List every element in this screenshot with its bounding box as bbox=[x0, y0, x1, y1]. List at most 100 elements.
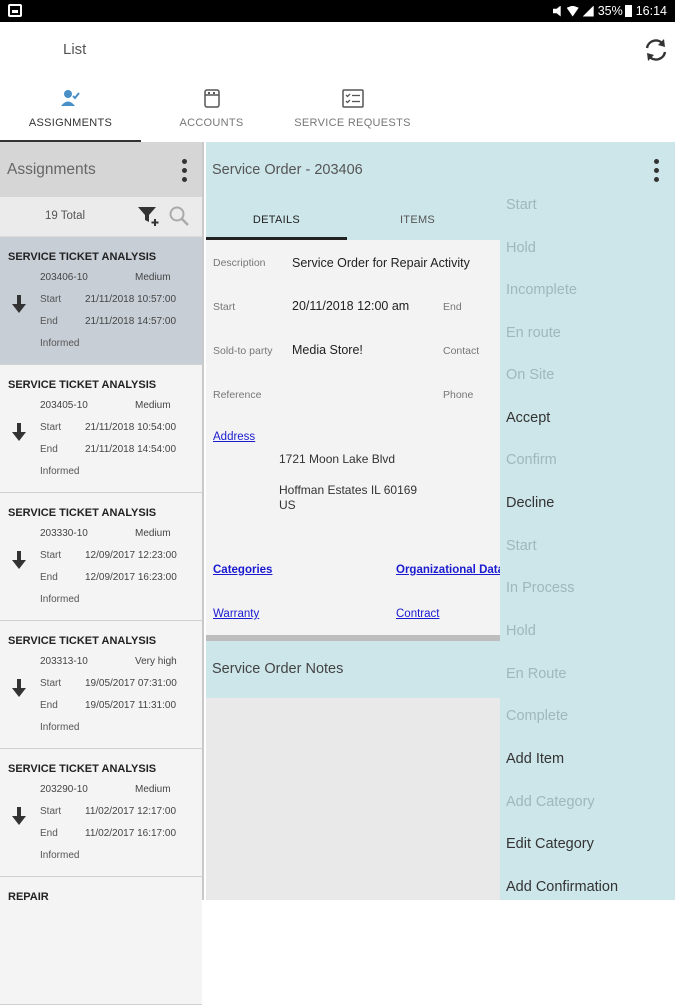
person-check-icon bbox=[60, 87, 82, 109]
card-end-label: End bbox=[40, 828, 58, 839]
assignment-card[interactable]: SERVICE TICKET ANALYSIS 203405-10 Medium… bbox=[0, 365, 202, 493]
categories-link[interactable]: Categories bbox=[213, 564, 272, 576]
card-end: 12/09/2017 16:23:00 bbox=[85, 572, 177, 583]
assignment-card[interactable]: SERVICE TICKET ANALYSIS 203330-10 Medium… bbox=[0, 493, 202, 621]
signal-icon bbox=[582, 5, 594, 17]
battery-percent: 35% bbox=[597, 4, 623, 18]
assignment-card[interactable]: SERVICE TICKET ANALYSIS 203290-10 Medium… bbox=[0, 749, 202, 877]
end-label: End bbox=[443, 301, 462, 313]
card-end-label: End bbox=[40, 444, 58, 455]
sold-to-label: Sold-to party bbox=[213, 345, 273, 357]
card-start: 19/05/2017 07:31:00 bbox=[85, 678, 177, 689]
description-value: Service Order for Repair Activity bbox=[292, 256, 470, 270]
card-start-label: Start bbox=[40, 678, 62, 689]
gallery-notification-icon bbox=[8, 4, 22, 17]
assignment-card[interactable]: SERVICE TICKET ANALYSIS 203406-10 Medium… bbox=[0, 237, 202, 365]
action-hold[interactable]: Hold bbox=[506, 240, 536, 256]
arrow-down-icon bbox=[12, 551, 26, 569]
tab-assignments[interactable]: ASSIGNMENTS bbox=[0, 80, 141, 142]
card-start-label: Start bbox=[40, 806, 62, 817]
card-end-label: End bbox=[40, 572, 58, 583]
card-title: SERVICE TICKET ANALYSIS bbox=[8, 635, 157, 647]
status-icons bbox=[552, 5, 594, 17]
action-en-route-2[interactable]: En Route bbox=[506, 666, 566, 682]
action-start-2[interactable]: Start bbox=[506, 538, 537, 554]
card-id: 203330-10 bbox=[40, 528, 88, 539]
card-end-label: End bbox=[40, 700, 58, 711]
service-order-tabs: DETAILS ITEMS bbox=[206, 197, 500, 240]
card-status: Informed bbox=[40, 338, 80, 349]
assignments-more-icon[interactable] bbox=[181, 159, 187, 182]
assignments-pane: Assignments 19 Total SERVICE TICKET ANAL… bbox=[0, 142, 204, 1005]
card-start-label: Start bbox=[40, 294, 62, 305]
action-in-process[interactable]: In Process bbox=[506, 580, 575, 596]
sold-to-value: Media Store! bbox=[292, 343, 363, 357]
main-tabs: ASSIGNMENTS ACCOUNTS SERVICE REQUESTS bbox=[0, 80, 675, 142]
card-start: 11/02/2017 12:17:00 bbox=[85, 806, 177, 817]
card-start: 12/09/2017 12:23:00 bbox=[85, 550, 177, 561]
card-priority: Medium bbox=[135, 784, 171, 795]
action-add-category[interactable]: Add Category bbox=[506, 794, 595, 810]
search-icon[interactable] bbox=[168, 205, 190, 227]
service-order-notes-header[interactable]: Service Order Notes bbox=[206, 641, 500, 698]
card-id: 203405-10 bbox=[40, 400, 88, 411]
assignments-toolbar: 19 Total bbox=[0, 197, 202, 237]
action-complete[interactable]: Complete bbox=[506, 708, 568, 724]
account-book-icon bbox=[201, 87, 223, 109]
action-confirm[interactable]: Confirm bbox=[506, 452, 557, 468]
card-title: SERVICE TICKET ANALYSIS bbox=[8, 507, 157, 519]
card-status: Informed bbox=[40, 594, 80, 605]
details-panel: Description Service Order for Repair Act… bbox=[206, 240, 500, 635]
action-en-route[interactable]: En route bbox=[506, 325, 561, 341]
card-id: 203290-10 bbox=[40, 784, 88, 795]
card-start-label: Start bbox=[40, 550, 62, 561]
card-title: REPAIR bbox=[8, 891, 49, 903]
assignment-card[interactable]: SERVICE TICKET ANALYSIS 203313-10 Very h… bbox=[0, 621, 202, 749]
contract-link[interactable]: Contract bbox=[396, 608, 439, 620]
address-line-1: 1721 Moon Lake Blvd bbox=[279, 452, 396, 466]
start-value: 20/11/2018 12:00 am bbox=[292, 299, 410, 313]
action-menu: Start Hold Incomplete En route On Site A… bbox=[500, 183, 675, 900]
card-end: 21/11/2018 14:57:00 bbox=[85, 316, 177, 327]
tab-service-requests[interactable]: SERVICE REQUESTS bbox=[282, 80, 423, 142]
status-bar: 35% 16:14 bbox=[0, 0, 675, 22]
card-end-label: End bbox=[40, 316, 58, 327]
action-on-site[interactable]: On Site bbox=[506, 367, 554, 383]
action-hold-2[interactable]: Hold bbox=[506, 623, 536, 639]
action-add-item[interactable]: Add Item bbox=[506, 751, 564, 767]
filter-add-icon[interactable] bbox=[137, 205, 161, 227]
reference-label: Reference bbox=[213, 389, 262, 401]
card-title: SERVICE TICKET ANALYSIS bbox=[8, 251, 157, 263]
action-incomplete[interactable]: Incomplete bbox=[506, 282, 577, 298]
card-end: 11/02/2017 16:17:00 bbox=[85, 828, 177, 839]
action-start[interactable]: Start bbox=[506, 197, 537, 213]
tab-accounts[interactable]: ACCOUNTS bbox=[141, 80, 282, 142]
address-line-2: Hoffman Estates IL 60169 bbox=[279, 483, 418, 497]
card-start: 21/11/2018 10:57:00 bbox=[85, 294, 177, 305]
assignment-card[interactable]: REPAIR bbox=[0, 877, 202, 1005]
action-edit-category[interactable]: Edit Category bbox=[506, 836, 594, 852]
action-add-confirmation[interactable]: Add Confirmation bbox=[506, 879, 618, 895]
tab-details[interactable]: DETAILS bbox=[206, 197, 347, 240]
assignments-title: Assignments bbox=[7, 161, 96, 178]
warranty-link[interactable]: Warranty bbox=[213, 608, 259, 620]
description-label: Description bbox=[213, 257, 266, 269]
action-accept[interactable]: Accept bbox=[506, 410, 550, 426]
card-status: Informed bbox=[40, 722, 80, 733]
card-end: 21/11/2018 14:54:00 bbox=[85, 444, 177, 455]
tab-items[interactable]: ITEMS bbox=[347, 197, 488, 240]
notes-title: Service Order Notes bbox=[212, 661, 344, 677]
service-order-more-icon[interactable] bbox=[653, 159, 659, 182]
phone-label: Phone bbox=[443, 389, 474, 401]
card-id: 203406-10 bbox=[40, 272, 88, 283]
organizational-data-link[interactable]: Organizational Data bbox=[396, 564, 500, 576]
address-link[interactable]: Address bbox=[213, 431, 255, 443]
clock: 16:14 bbox=[635, 4, 667, 18]
app-title: List bbox=[63, 41, 87, 58]
tab-label: ASSIGNMENTS bbox=[28, 117, 113, 129]
arrow-down-icon bbox=[12, 807, 26, 825]
card-priority: Medium bbox=[135, 272, 171, 283]
action-decline[interactable]: Decline bbox=[506, 495, 554, 511]
refresh-icon[interactable] bbox=[642, 36, 670, 64]
arrow-down-icon bbox=[12, 295, 26, 313]
